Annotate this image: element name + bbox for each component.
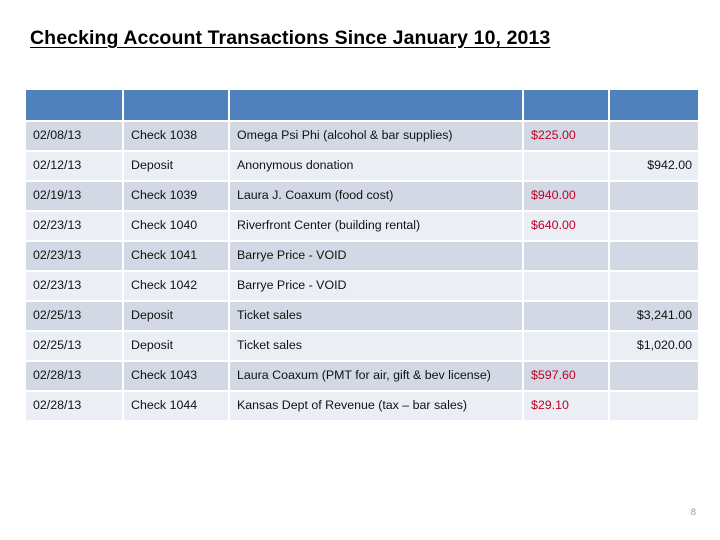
table-row: 02/23/13 Check 1042 Barrye Price - VOID bbox=[26, 272, 698, 300]
cell-description: Riverfront Center (building rental) bbox=[230, 212, 522, 240]
cell-description: Kansas Dept of Revenue (tax – bar sales) bbox=[230, 392, 522, 420]
cell-description: Omega Psi Phi (alcohol & bar supplies) bbox=[230, 122, 522, 150]
table-row: 02/08/13 Check 1038 Omega Psi Phi (alcohol… bbox=[26, 122, 698, 150]
column-header-deposit bbox=[610, 90, 698, 120]
cell-deposit bbox=[610, 182, 698, 210]
cell-deposit bbox=[610, 122, 698, 150]
cell-description: Barrye Price - VOID bbox=[230, 272, 522, 300]
cell-deposit bbox=[610, 392, 698, 420]
column-header-withdrawal bbox=[524, 90, 608, 120]
table-row: 02/19/13 Check 1039 Laura J. Coaxum (food … bbox=[26, 182, 698, 210]
cell-description: Anonymous donation bbox=[230, 152, 522, 180]
page-title: Checking Account Transactions Since Janu… bbox=[30, 27, 551, 49]
cell-deposit: $1,020.00 bbox=[610, 332, 698, 360]
cell-date: 02/23/13 bbox=[26, 242, 122, 270]
table-row: 02/23/13 Check 1041 Barrye Price - VOID bbox=[26, 242, 698, 270]
cell-date: 02/19/13 bbox=[26, 182, 122, 210]
cell-description: Ticket sales bbox=[230, 332, 522, 360]
cell-date: 02/23/13 bbox=[26, 212, 122, 240]
column-header-description bbox=[230, 90, 522, 120]
cell-date: 02/23/13 bbox=[26, 272, 122, 300]
table-row: 02/25/13 Deposit Ticket sales $1,020.00 bbox=[26, 332, 698, 360]
cell-type: Deposit bbox=[124, 332, 228, 360]
cell-description: Barrye Price - VOID bbox=[230, 242, 522, 270]
table-row: 02/23/13 Check 1040 Riverfront Center (bui… bbox=[26, 212, 698, 240]
cell-description: Laura J. Coaxum (food cost) bbox=[230, 182, 522, 210]
cell-date: 02/12/13 bbox=[26, 152, 122, 180]
cell-type: Deposit bbox=[124, 152, 228, 180]
cell-description: Laura Coaxum (PMT for air, gift & bev li… bbox=[230, 362, 522, 390]
table-body: 02/08/13 Check 1038 Omega Psi Phi (alcohol… bbox=[26, 122, 698, 420]
cell-withdrawal: $597.60 bbox=[524, 362, 608, 390]
cell-withdrawal: $640.00 bbox=[524, 212, 608, 240]
cell-date: 02/25/13 bbox=[26, 302, 122, 330]
slide-canvas: Checking Account Transactions Since Janu… bbox=[0, 0, 720, 540]
cell-type: Check 1038 bbox=[124, 122, 228, 150]
cell-type: Check 1044 bbox=[124, 392, 228, 420]
cell-withdrawal: $225.00 bbox=[524, 122, 608, 150]
cell-withdrawal bbox=[524, 272, 608, 300]
table-row: 02/25/13 Deposit Ticket sales $3,241.00 bbox=[26, 302, 698, 330]
cell-type: Check 1042 bbox=[124, 272, 228, 300]
cell-date: 02/25/13 bbox=[26, 332, 122, 360]
cell-deposit bbox=[610, 212, 698, 240]
cell-withdrawal: $29.10 bbox=[524, 392, 608, 420]
cell-type: Deposit bbox=[124, 302, 228, 330]
cell-deposit: $942.00 bbox=[610, 152, 698, 180]
cell-type: Check 1043 bbox=[124, 362, 228, 390]
cell-type: Check 1041 bbox=[124, 242, 228, 270]
cell-deposit bbox=[610, 362, 698, 390]
cell-date: 02/08/13 bbox=[26, 122, 122, 150]
cell-date: 02/28/13 bbox=[26, 392, 122, 420]
column-header-type bbox=[124, 90, 228, 120]
cell-withdrawal: $940.00 bbox=[524, 182, 608, 210]
cell-description: Ticket sales bbox=[230, 302, 522, 330]
cell-type: Check 1040 bbox=[124, 212, 228, 240]
table-header-row bbox=[26, 90, 698, 120]
transactions-table: 02/08/13 Check 1038 Omega Psi Phi (alcohol… bbox=[24, 88, 700, 422]
table-row: 02/28/13 Check 1044 Kansas Dept of Revenue… bbox=[26, 392, 698, 420]
page-number: 8 bbox=[690, 507, 696, 518]
table-row: 02/12/13 Deposit Anonymous donation $942.00 bbox=[26, 152, 698, 180]
column-header-date bbox=[26, 90, 122, 120]
cell-withdrawal bbox=[524, 332, 608, 360]
cell-deposit bbox=[610, 272, 698, 300]
cell-date: 02/28/13 bbox=[26, 362, 122, 390]
cell-deposit bbox=[610, 242, 698, 270]
cell-withdrawal bbox=[524, 242, 608, 270]
cell-withdrawal bbox=[524, 302, 608, 330]
cell-deposit: $3,241.00 bbox=[610, 302, 698, 330]
table-row: 02/28/13 Check 1043 Laura Coaxum (PMT for … bbox=[26, 362, 698, 390]
cell-withdrawal bbox=[524, 152, 608, 180]
cell-type: Check 1039 bbox=[124, 182, 228, 210]
table-header bbox=[26, 90, 698, 120]
